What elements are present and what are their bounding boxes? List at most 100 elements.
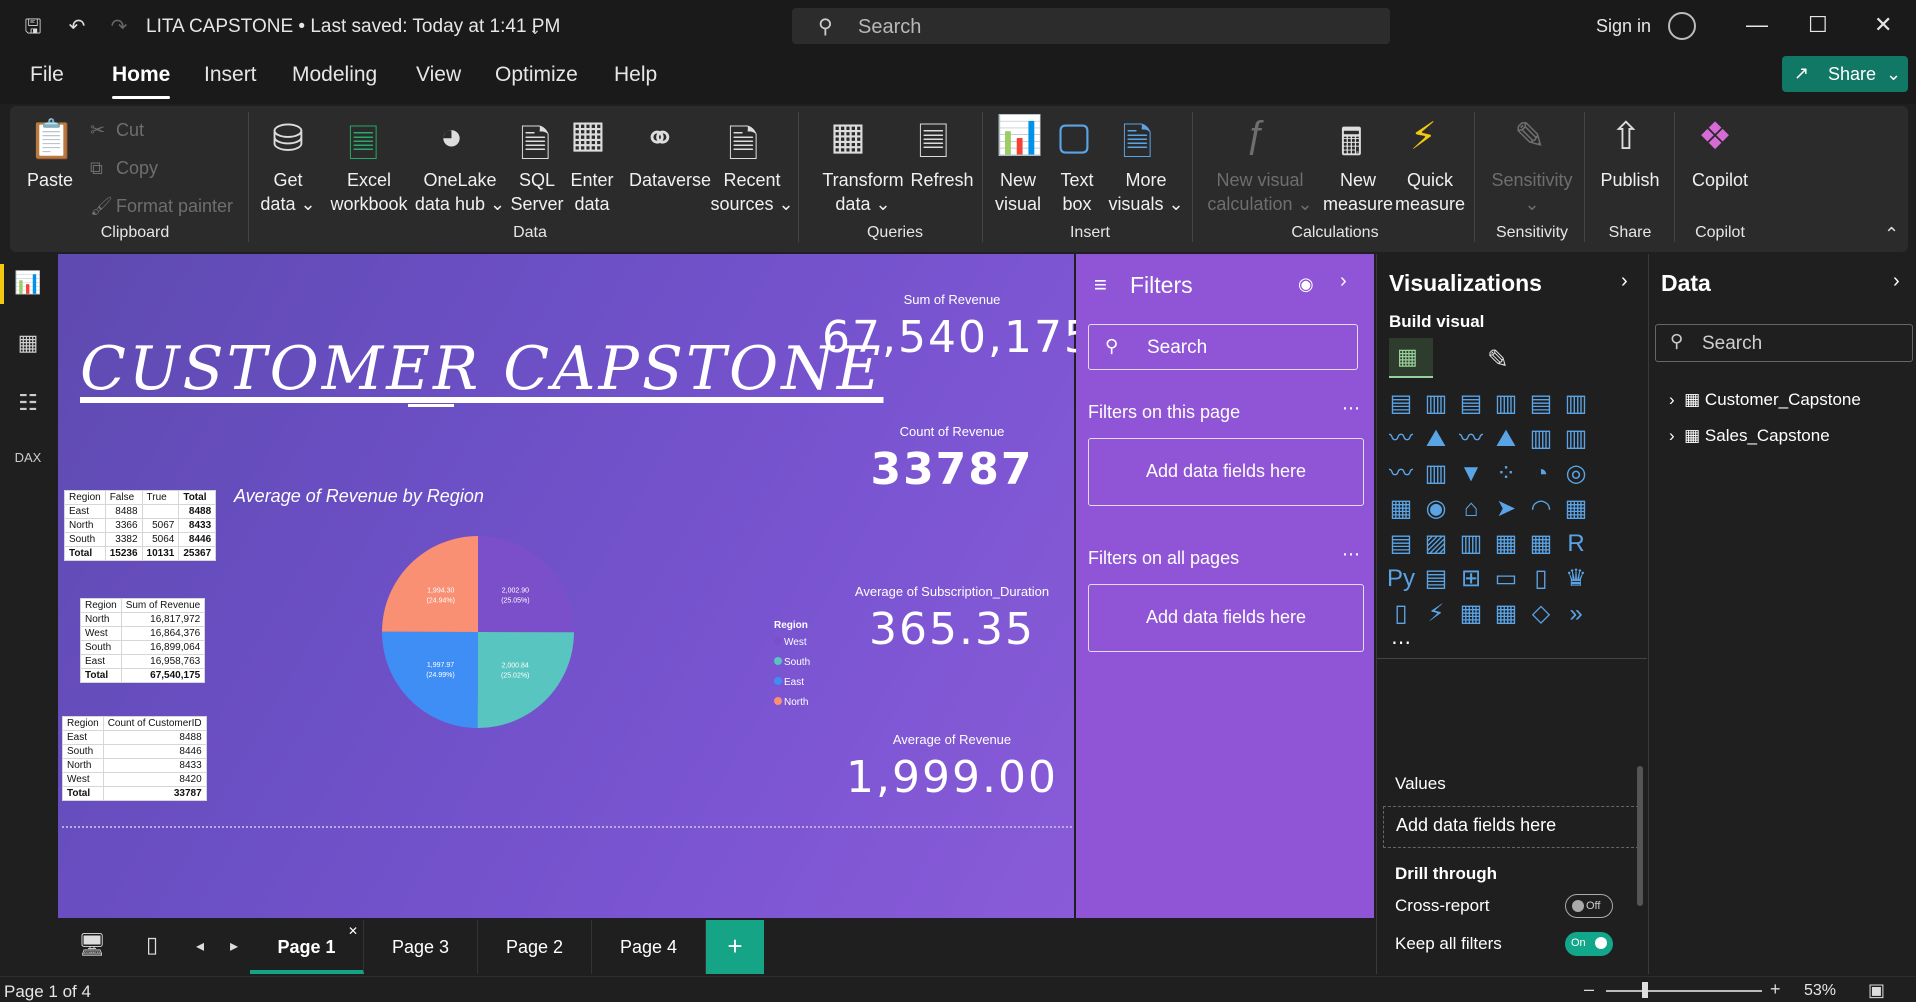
menu-file[interactable]: File <box>30 63 64 87</box>
metrics-icon[interactable]: ▦ <box>1492 600 1520 628</box>
table-total-row[interactable]: Total 67,540,175 <box>80 668 206 683</box>
legend-item-east[interactable]: East <box>774 677 810 697</box>
ribbon-chart-icon[interactable]: ▥ <box>1422 460 1450 488</box>
stacked-column-icon[interactable]: ▥ <box>1422 390 1450 418</box>
redo-icon[interactable]: ↷ <box>106 14 132 40</box>
treemap-icon[interactable]: ▦ <box>1387 495 1415 523</box>
tab-page-4[interactable]: Page 4 <box>592 920 706 974</box>
zoom-slider-track[interactable] <box>1606 990 1762 992</box>
power-apps-icon[interactable]: ⚡ <box>1422 600 1450 628</box>
report-view-icon[interactable]: 📊 <box>14 270 42 298</box>
python-icon[interactable]: Py <box>1387 565 1415 593</box>
zoom-slider-handle[interactable] <box>1642 982 1648 998</box>
diamond-icon[interactable]: ◇ <box>1527 600 1555 628</box>
column-header[interactable]: Total <box>178 490 217 505</box>
r-visual-icon[interactable]: R <box>1562 530 1590 558</box>
page-filters-drop-zone[interactable]: Add data fields here <box>1088 438 1364 506</box>
add-page-button[interactable]: + <box>706 920 764 974</box>
save-icon[interactable]: 🖫 <box>20 14 46 40</box>
column-header[interactable]: True <box>141 490 180 505</box>
scatter-icon[interactable]: ⁘ <box>1492 460 1520 488</box>
customer-count-table[interactable]: Region Count of CustomerID East 8488 Sout… <box>62 716 207 801</box>
table-total-row[interactable]: Total 33787 <box>62 786 207 801</box>
table-item-sales-capstone[interactable]: › ▦ Sales_Capstone <box>1669 426 1830 446</box>
sign-in-link[interactable]: Sign in <box>1596 16 1651 37</box>
fit-to-page-icon[interactable]: ▣ <box>1868 980 1885 1001</box>
menu-optimize[interactable]: Optimize <box>495 63 578 87</box>
close-icon[interactable]: ✕ <box>1874 12 1892 38</box>
stacked-bar-icon[interactable]: ▤ <box>1387 390 1415 418</box>
arrow-icon[interactable]: » <box>1562 600 1590 628</box>
table-row[interactable]: South 16,899,064 <box>80 640 206 655</box>
card-value-avg-subscription[interactable]: 365.35 <box>822 604 1082 655</box>
publish-button[interactable]: Publish <box>1590 168 1670 192</box>
pie-slice-west[interactable] <box>478 536 574 633</box>
table-view-icon[interactable]: ▦ <box>14 330 42 358</box>
table-row[interactable]: South 3382 5064 8446 <box>64 532 217 547</box>
menu-help[interactable]: Help <box>614 63 657 87</box>
get-data-button[interactable]: Get data ⌄ <box>258 168 318 216</box>
zoom-out-icon[interactable]: – <box>1584 979 1594 1000</box>
line-column-icon[interactable]: ▥ <box>1562 425 1590 453</box>
narrative-icon[interactable]: ▯ <box>1527 565 1555 593</box>
new-measure-button[interactable]: New measure <box>1320 168 1396 216</box>
tab-page-1[interactable]: Page 1 ✕ <box>250 920 364 974</box>
goals-icon[interactable]: ♛ <box>1562 565 1590 593</box>
azure-map-icon[interactable]: ➤ <box>1492 495 1520 523</box>
copy-button[interactable]: Copy <box>116 158 158 179</box>
column-header[interactable]: Count of CustomerID <box>102 716 207 731</box>
menu-home[interactable]: Home <box>112 63 170 87</box>
enter-data-button[interactable]: Enter data <box>566 168 618 216</box>
table-row[interactable]: East 16,958,763 <box>80 654 206 669</box>
keep-all-filters-toggle[interactable]: On <box>1565 932 1613 956</box>
avatar-icon[interactable] <box>1668 12 1696 40</box>
pie-slice-south[interactable] <box>477 632 574 728</box>
eye-icon[interactable]: ◉ <box>1298 274 1314 295</box>
kpi-icon[interactable]: ▨ <box>1422 530 1450 558</box>
pie-slice-east[interactable] <box>382 631 478 728</box>
data-search-input[interactable]: ⚲ Search <box>1655 324 1913 362</box>
text-box-button[interactable]: Text box <box>1050 168 1104 216</box>
scrollbar[interactable] <box>1637 766 1643 906</box>
line-icon[interactable]: 〰 <box>1387 425 1415 453</box>
multi-row-card-icon[interactable]: ▤ <box>1387 530 1415 558</box>
more-visuals-ellipsis-icon[interactable]: ⋯ <box>1391 630 1411 655</box>
qa-icon[interactable]: ▭ <box>1492 565 1520 593</box>
desktop-layout-icon[interactable]: 🖥 <box>78 932 106 958</box>
sql-server-button[interactable]: SQL Server <box>506 168 568 216</box>
share-button[interactable]: ↗ Share ⌄ <box>1782 56 1908 92</box>
chevron-down-icon[interactable]: ⌄ <box>522 16 548 42</box>
card-value-count-revenue[interactable]: 33787 <box>822 444 1082 495</box>
table-icon[interactable]: ▦ <box>1492 530 1520 558</box>
decomposition-tree-icon[interactable]: ⊞ <box>1457 565 1485 593</box>
table-row[interactable]: South 8446 <box>62 744 207 759</box>
waterfall-icon[interactable]: ▥ <box>1527 425 1555 453</box>
mobile-layout-icon[interactable]: ▯ <box>146 932 158 958</box>
column-header[interactable]: Region <box>62 716 104 731</box>
menu-modeling[interactable]: Modeling <box>292 63 377 87</box>
column-header[interactable]: False <box>104 490 143 505</box>
table-row[interactable]: East 8488 8488 <box>64 504 217 519</box>
card-value-avg-revenue[interactable]: 1,999.00 <box>822 752 1082 803</box>
ribbon-icon[interactable]: ⛰ <box>1492 425 1520 453</box>
column-header[interactable]: Region <box>80 598 122 613</box>
area-icon[interactable]: ⛰ <box>1422 425 1450 453</box>
menu-insert[interactable]: Insert <box>204 63 257 87</box>
model-view-icon[interactable]: ☷ <box>14 390 42 418</box>
card-value-sum-revenue[interactable]: 67,540,175 <box>822 312 1092 363</box>
slicer-icon[interactable]: ▥ <box>1457 530 1485 558</box>
onelake-button[interactable]: OneLake data hub ⌄ <box>414 168 506 216</box>
transform-data-button[interactable]: Transform data ⌄ <box>810 168 916 216</box>
tab-page-3[interactable]: Page 3 <box>364 920 478 974</box>
collapse-filters-icon[interactable]: › <box>1340 270 1347 293</box>
legend-item-west[interactable]: West <box>774 637 810 657</box>
card-icon[interactable]: ▦ <box>1562 495 1590 523</box>
legend-item-north[interactable]: North <box>774 697 810 717</box>
gauge-icon[interactable]: ◠ <box>1527 495 1555 523</box>
paginated-icon[interactable]: ▯ <box>1387 600 1415 628</box>
table-row[interactable]: East 8488 <box>62 730 207 745</box>
key-influencers-icon[interactable]: ▤ <box>1422 565 1450 593</box>
collapse-data-icon[interactable]: › <box>1893 270 1900 293</box>
100-bar-icon[interactable]: ▤ <box>1527 390 1555 418</box>
funnel-icon[interactable]: ▼ <box>1457 460 1485 488</box>
